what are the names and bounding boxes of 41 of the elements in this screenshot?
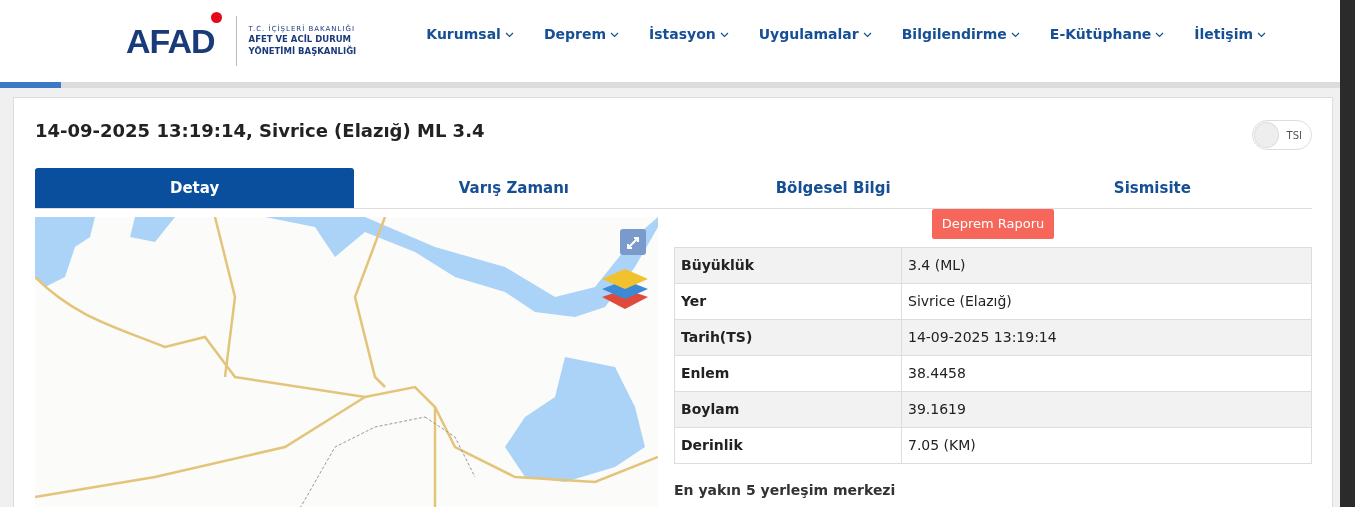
- value-cell: 14-09-2025 13:19:14: [901, 319, 1312, 355]
- tab[interactable]: Bölgesel Bilgi: [673, 168, 993, 208]
- logo-wordmark[interactable]: AFAD: [126, 24, 215, 58]
- fullscreen-button[interactable]: [620, 229, 646, 255]
- value-cell: 3.4 (ML): [901, 247, 1312, 283]
- chevron-down-icon: [1155, 31, 1165, 38]
- value-cell: 38.4458: [901, 355, 1312, 391]
- layers-icon[interactable]: [602, 267, 648, 309]
- nav-link[interactable]: İletişim: [1194, 23, 1267, 45]
- section-heading: En yakın 5 yerleşim merkezi: [674, 480, 897, 500]
- tab[interactable]: Varış Zamanı: [354, 168, 674, 208]
- value-cell: 39.1619: [901, 391, 1312, 427]
- logo-text: AFET VE ACİL DURUM: [248, 34, 353, 45]
- label-cell: Büyüklük: [674, 247, 902, 283]
- nav-link[interactable]: Uygulamalar: [758, 23, 872, 45]
- tab[interactable]: Detay: [35, 168, 355, 208]
- label-cell: Tarih(TS): [674, 319, 902, 355]
- chevron-down-icon: [610, 31, 619, 38]
- label-cell: Enlem: [674, 355, 902, 391]
- logo-text: YÖNETİMİ BAŞKANLIĞI: [248, 45, 357, 58]
- nav-link[interactable]: E-Kütüphane: [1049, 23, 1165, 45]
- tab[interactable]: Sismisite: [992, 168, 1312, 208]
- nav-link[interactable]: Kurumsal: [426, 23, 514, 45]
- chevron-down-icon: [1010, 31, 1020, 38]
- chevron-down-icon: [504, 31, 514, 38]
- chevron-down-icon: [719, 31, 729, 38]
- scrollbar[interactable]: [1340, 0, 1355, 507]
- expand-icon: [626, 235, 640, 250]
- value-cell: 7.05 (KM): [901, 427, 1312, 463]
- value-cell: Sivrice (Elazığ): [901, 283, 1312, 319]
- chevron-down-icon: [862, 31, 872, 38]
- nav-link[interactable]: İstasyon: [649, 23, 729, 45]
- event-title: 14-09-2025 13:19:14, Sivrice (Elazığ) ML 3.4: [35, 120, 485, 142]
- flag-dot-icon: [210, 12, 222, 23]
- label-cell: Boylam: [674, 391, 902, 427]
- nav-link[interactable]: Deprem: [543, 23, 619, 45]
- nav-link[interactable]: Bilgilendirme: [901, 23, 1020, 45]
- chevron-down-icon: [1257, 31, 1267, 38]
- label-cell: Derinlik: [674, 427, 902, 463]
- label-cell: Yer: [674, 283, 902, 319]
- map-drawing[interactable]: [35, 217, 658, 507]
